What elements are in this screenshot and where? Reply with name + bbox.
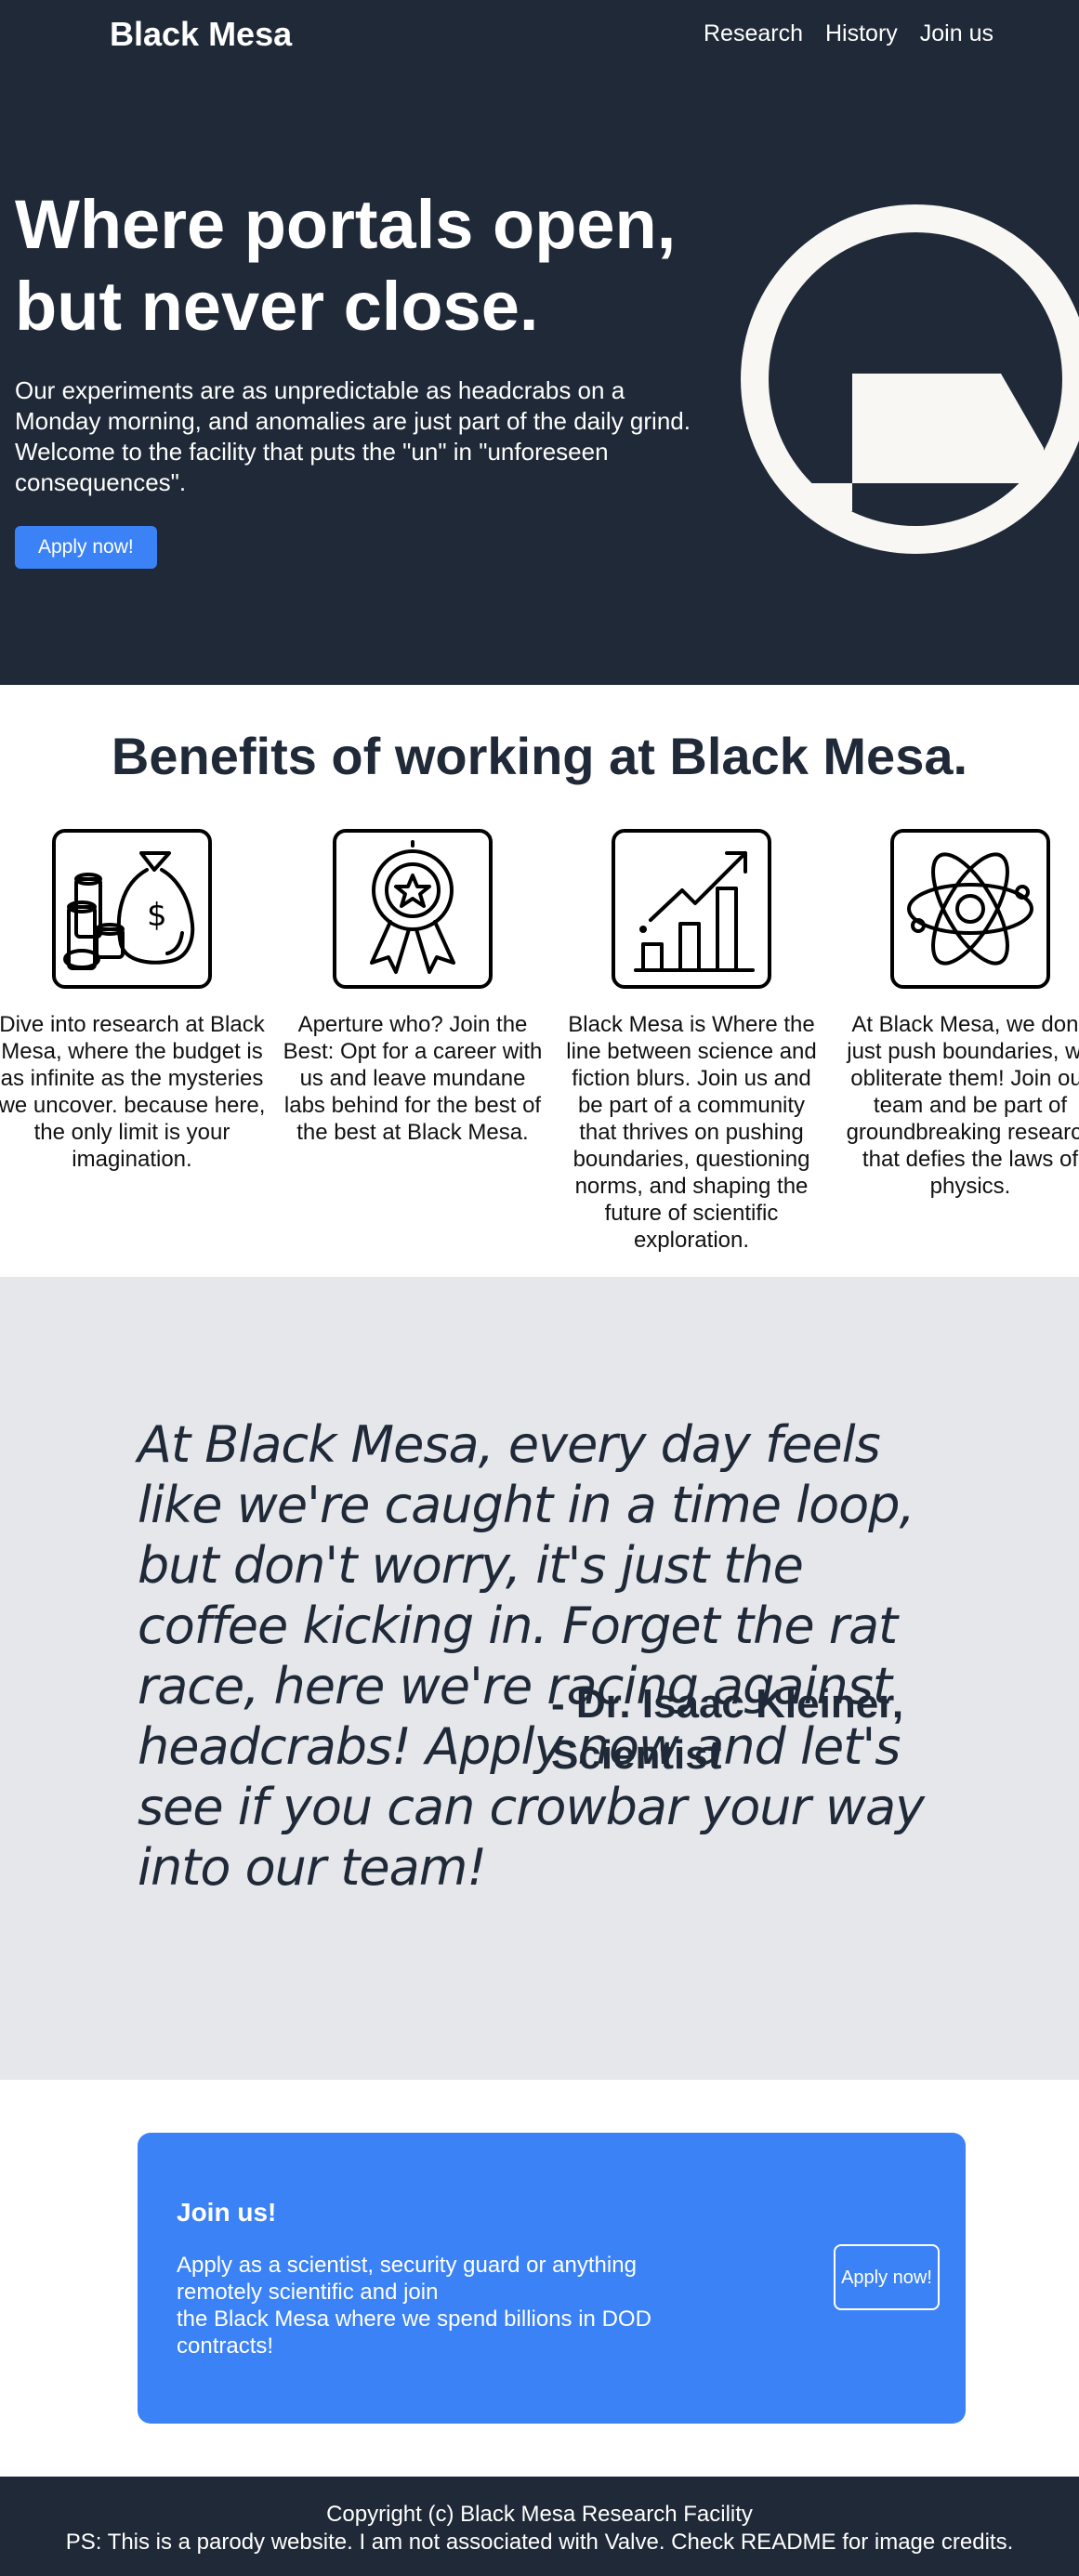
benefit-card: Black Mesa is Where the line between sci… [552, 829, 831, 1254]
benefit-text: Dive into research at Black Mesa, where … [0, 1012, 266, 1172]
hero-title: Where portals open, but never close. [15, 184, 721, 348]
nav-link-history[interactable]: History [825, 20, 898, 47]
join-apply-button[interactable]: Apply now! [834, 2244, 940, 2310]
benefit-text: Aperture who? Join the Best: Opt for a c… [283, 1012, 543, 1145]
brand-logo-link[interactable]: Black Mesa [110, 15, 292, 54]
join-title: Join us! [177, 2198, 277, 2227]
join-section: Join us! Apply as a scientist, security … [0, 2080, 1079, 2477]
footer-note: PS: This is a parody website. I am not a… [65, 2530, 1014, 2555]
apply-now-button[interactable]: Apply now! [15, 526, 157, 569]
hero-section: Black Mesa Research History Join us Wher… [0, 0, 1079, 685]
hero-title-line1: Where portals open, [15, 186, 677, 263]
money-bag-icon: $ [52, 829, 212, 989]
benefit-card: $ Dive into research at Black Mesa, wher… [0, 829, 271, 1173]
benefit-card: Aperture who? Join the Best: Opt for a c… [273, 829, 552, 1146]
footer: Copyright (c) Black Mesa Research Facili… [0, 2477, 1079, 2576]
testimonial-section: At Black Mesa, every day feels like we'r… [0, 1277, 1079, 2080]
top-nav: Black Mesa Research History Join us [0, 0, 1079, 71]
atom-icon [890, 829, 1050, 989]
lambda-logo-icon [741, 204, 1079, 554]
benefits-section: Benefits of working at Black Mesa. $ Div… [0, 685, 1079, 1277]
testimonial-quote: At Black Mesa, every day feels like we'r… [138, 1415, 925, 1897]
benefit-text: At Black Mesa, we don't just push bounda… [846, 1012, 1079, 1199]
nav-link-join-us[interactable]: Join us [920, 20, 993, 47]
award-ribbon-icon [333, 829, 493, 989]
join-description-line1: Apply as a scientist, security guard or … [177, 2253, 637, 2305]
benefit-card: At Black Mesa, we don't just push bounda… [831, 829, 1079, 1200]
hero-title-line2: but never close. [15, 268, 539, 345]
benefits-title: Benefits of working at Black Mesa. [111, 727, 968, 785]
svg-text:$: $ [147, 897, 167, 934]
join-description: Apply as a scientist, security guard or … [177, 2252, 660, 2359]
hero-description: Our experiments are as unpredictable as … [15, 376, 691, 496]
join-description-line2: the Black Mesa where we spend billions i… [177, 2307, 651, 2359]
footer-copyright: Copyright (c) Black Mesa Research Facili… [326, 2502, 753, 2527]
testimonial-author: - Dr. Isaac Kleiner, Scientist [551, 1681, 904, 1778]
benefit-text: Black Mesa is Where the line between sci… [566, 1012, 817, 1253]
join-card: Join us! Apply as a scientist, security … [138, 2133, 966, 2424]
growth-chart-icon [612, 829, 771, 989]
nav-links: Research History Join us [704, 20, 993, 47]
nav-link-research[interactable]: Research [704, 20, 803, 47]
hero-text: Where portals open, but never close. Our… [15, 184, 721, 569]
